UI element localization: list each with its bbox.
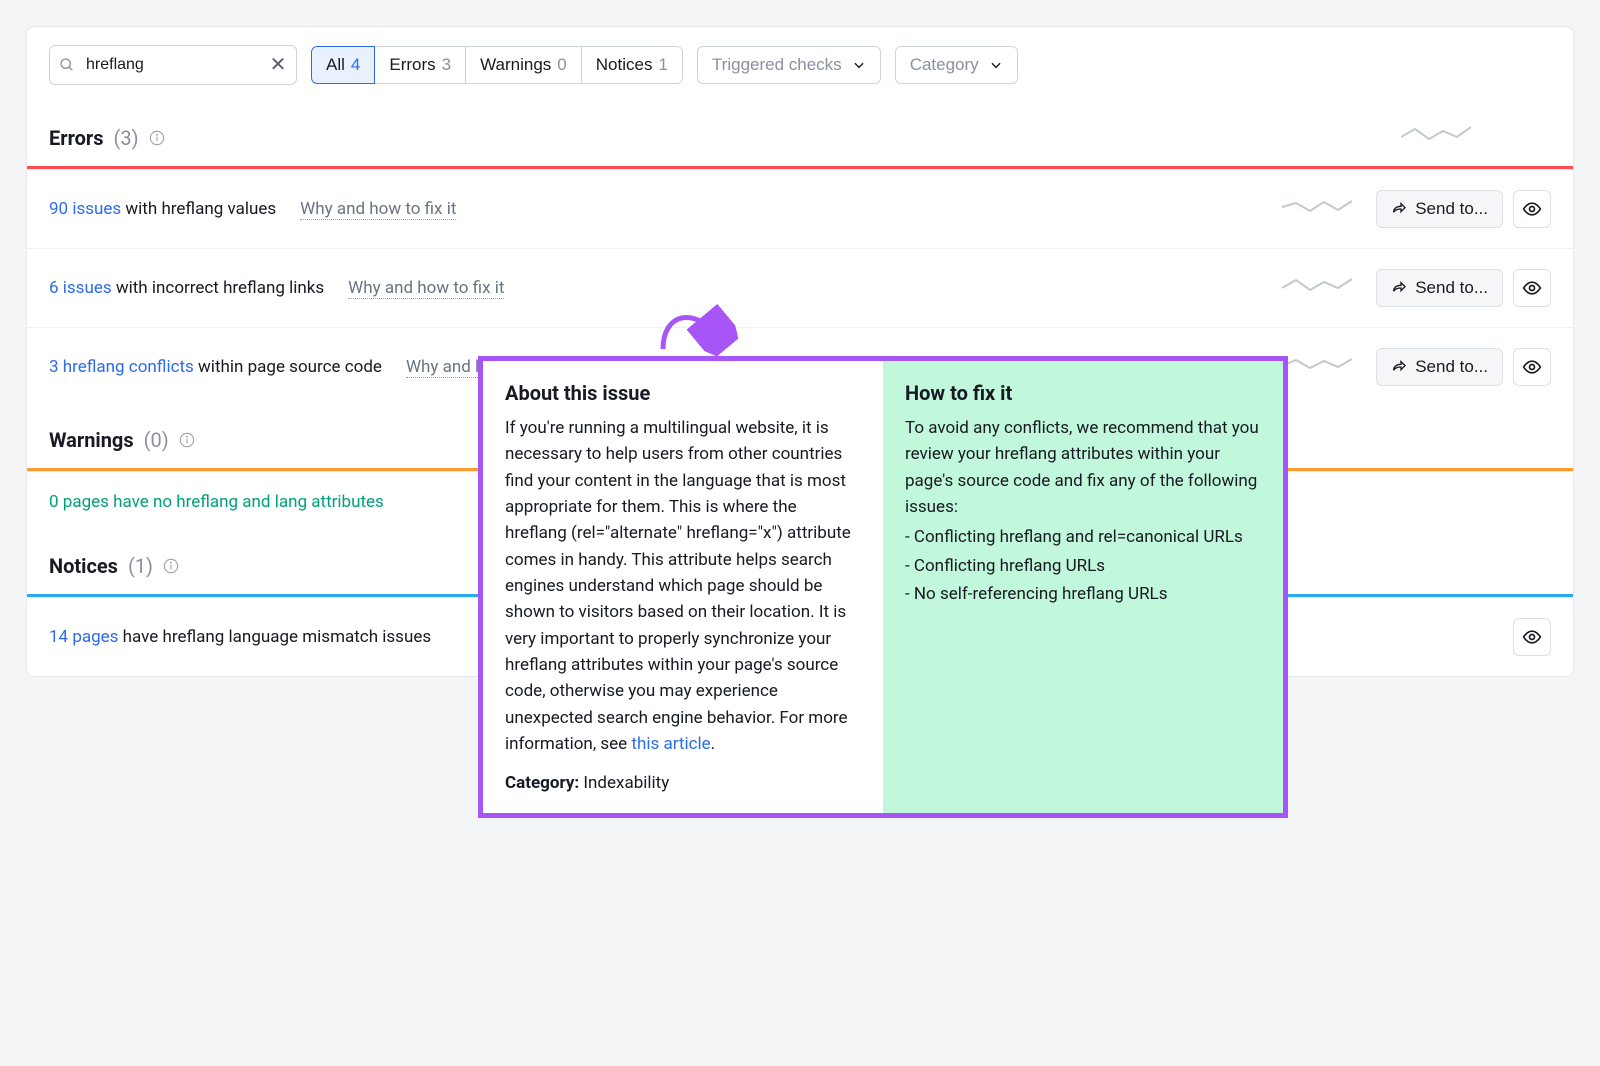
row-sparkline <box>1282 355 1352 380</box>
issue-text: 3 hreflang conflicts within page source … <box>49 357 382 377</box>
section-title: Warnings <box>49 428 134 452</box>
issue-rest: with hreflang values <box>121 199 276 219</box>
tab-label: All <box>326 55 345 75</box>
send-to-button[interactable]: Send to... <box>1376 348 1503 386</box>
row-actions <box>1513 618 1551 656</box>
row-sparkline <box>1282 197 1352 222</box>
issue-text: 0 pages have no hreflang and lang attrib… <box>49 492 384 512</box>
row-actions: Send to... <box>1376 348 1551 386</box>
tab-warnings[interactable]: Warnings 0 <box>466 46 582 84</box>
tab-notices[interactable]: Notices 1 <box>582 46 683 84</box>
send-to-label: Send to... <box>1415 357 1488 377</box>
share-arrow-icon <box>1391 359 1407 375</box>
issue-row[interactable]: 6 issues with incorrect hreflang links W… <box>27 248 1573 327</box>
category-line: Category: Indexability <box>505 773 861 793</box>
info-icon[interactable] <box>163 558 179 574</box>
fix-list: - Conflicting hreflang and rel=canonical… <box>905 524 1261 607</box>
issue-text: 14 pages have hreflang language mismatch… <box>49 627 431 647</box>
view-button[interactable] <box>1513 190 1551 228</box>
row-actions: Send to... <box>1376 190 1551 228</box>
share-arrow-icon <box>1391 201 1407 217</box>
why-fix-link[interactable]: Why and how to fix it <box>300 199 456 220</box>
about-body: If you're running a multilingual website… <box>505 415 861 757</box>
about-heading: About this issue <box>505 381 861 405</box>
fix-item: - Conflicting hreflang URLs <box>905 553 1261 579</box>
triggered-checks-dropdown[interactable]: Triggered checks <box>697 46 881 84</box>
eye-icon <box>1522 278 1542 298</box>
fix-item: - No self-referencing hreflang URLs <box>905 581 1261 607</box>
clear-search-button[interactable]: ✕ <box>267 54 289 76</box>
why-fix-link[interactable]: Why and how to fix it <box>348 278 504 299</box>
section-title: Errors <box>49 126 103 150</box>
about-article-link[interactable]: this article <box>631 734 710 754</box>
tab-errors[interactable]: Errors 3 <box>375 46 466 84</box>
search-icon <box>59 57 75 73</box>
section-title: Notices <box>49 554 118 578</box>
issue-rest: with incorrect hreflang links <box>112 278 325 298</box>
section-header-errors: Errors (3) <box>27 103 1573 166</box>
section-count: (1) <box>128 554 153 578</box>
about-text: If you're running a multilingual website… <box>505 418 851 754</box>
share-arrow-icon <box>1391 280 1407 296</box>
tab-label: Warnings <box>480 55 551 75</box>
callout-arrow-icon <box>648 304 738 359</box>
send-to-label: Send to... <box>1415 278 1488 298</box>
chevron-down-icon <box>852 58 866 72</box>
issue-row[interactable]: 90 issues with hreflang values Why and h… <box>27 169 1573 248</box>
row-sparkline <box>1282 276 1352 301</box>
fix-heading: How to fix it <box>905 381 1261 405</box>
issue-text: 90 issues with hreflang values <box>49 199 276 219</box>
tab-label: Errors <box>389 55 435 75</box>
about-after: . <box>711 734 715 754</box>
section-count: (0) <box>144 428 169 452</box>
issue-count-link[interactable]: 6 issues <box>49 278 112 298</box>
send-to-button[interactable]: Send to... <box>1376 269 1503 307</box>
toolbar: ✕ All 4 Errors 3 Warnings 0 Notices 1 Tr… <box>27 27 1573 103</box>
send-to-label: Send to... <box>1415 199 1488 219</box>
info-icon[interactable] <box>149 130 165 146</box>
info-icon[interactable] <box>179 432 195 448</box>
issue-count-link[interactable]: 3 hreflang conflicts <box>49 357 194 377</box>
fix-intro: To avoid any conflicts, we recommend tha… <box>905 415 1261 520</box>
tab-count: 4 <box>351 55 360 75</box>
view-button[interactable] <box>1513 269 1551 307</box>
category-value: Indexability <box>579 773 669 793</box>
send-to-button[interactable]: Send to... <box>1376 190 1503 228</box>
row-actions: Send to... <box>1376 269 1551 307</box>
view-button[interactable] <box>1513 348 1551 386</box>
issue-rest: have hreflang language mismatch issues <box>118 627 431 647</box>
section-sparkline <box>1401 125 1471 150</box>
type-filter-tabs: All 4 Errors 3 Warnings 0 Notices 1 <box>311 46 683 84</box>
issue-count-link[interactable]: 90 issues <box>49 199 121 219</box>
dropdown-label: Triggered checks <box>712 55 842 75</box>
dropdown-label: Category <box>910 55 979 75</box>
chevron-down-icon <box>989 58 1003 72</box>
eye-icon <box>1522 199 1542 219</box>
search-input[interactable] <box>49 45 297 85</box>
about-column: About this issue If you're running a mul… <box>483 361 883 813</box>
issue-count-link[interactable]: 0 pages have no hreflang and lang attrib… <box>49 492 384 512</box>
fix-column: How to fix it To avoid any conflicts, we… <box>883 361 1283 813</box>
issue-count-link[interactable]: 14 pages <box>49 627 118 647</box>
category-label: Category: <box>505 773 579 793</box>
eye-icon <box>1522 627 1542 647</box>
category-dropdown[interactable]: Category <box>895 46 1018 84</box>
section-count: (3) <box>113 126 138 150</box>
tab-label: Notices <box>596 55 653 75</box>
search-field-wrap: ✕ <box>49 45 297 85</box>
tab-count: 0 <box>557 55 566 75</box>
tab-count: 3 <box>442 55 451 75</box>
tab-count: 1 <box>658 55 667 75</box>
eye-icon <box>1522 357 1542 377</box>
view-button[interactable] <box>1513 618 1551 656</box>
issue-text: 6 issues with incorrect hreflang links <box>49 278 324 298</box>
fix-item: - Conflicting hreflang and rel=canonical… <box>905 524 1261 550</box>
issue-details-popover: About this issue If you're running a mul… <box>478 356 1288 818</box>
tab-all[interactable]: All 4 <box>311 46 375 84</box>
issue-rest: within page source code <box>194 357 382 377</box>
